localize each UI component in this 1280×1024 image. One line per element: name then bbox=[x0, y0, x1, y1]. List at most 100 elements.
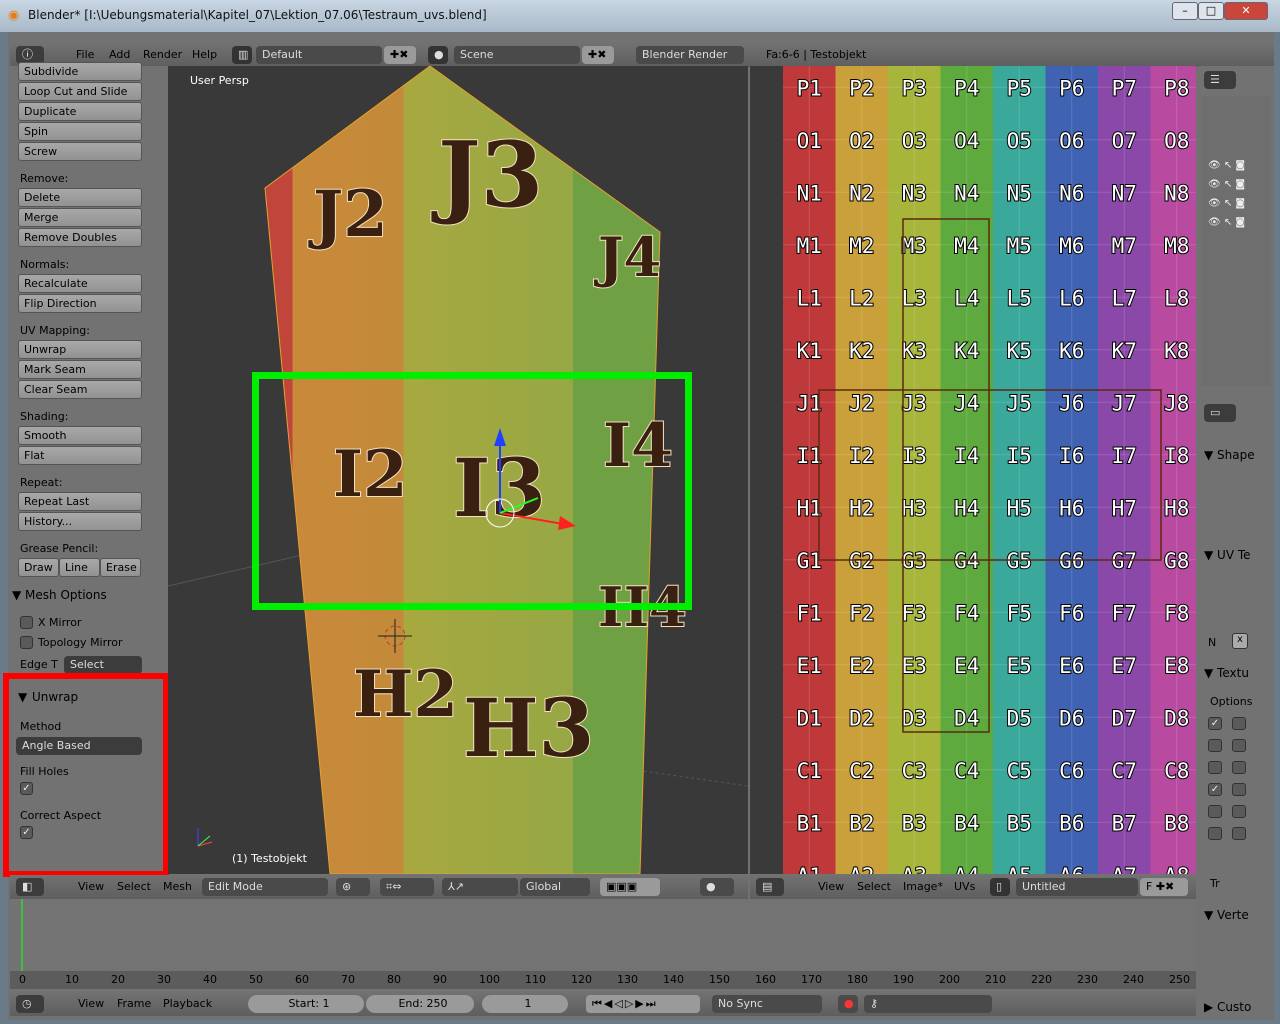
tool-button[interactable]: Repeat Last bbox=[18, 492, 142, 511]
menu-view[interactable]: View bbox=[78, 880, 104, 893]
custom-properties-title: Custo bbox=[1217, 1000, 1252, 1014]
image-fake-user-new-unlink[interactable]: F ✚✖ bbox=[1140, 878, 1188, 896]
tool-button[interactable]: Delete bbox=[18, 188, 142, 207]
tool-button[interactable]: History... bbox=[18, 512, 142, 531]
tool-button[interactable]: Mark Seam bbox=[18, 360, 142, 379]
tool-button[interactable]: Screw bbox=[18, 142, 142, 161]
menu-file[interactable]: File bbox=[76, 48, 94, 61]
menu-frame[interactable]: Frame bbox=[117, 997, 151, 1010]
current-frame-line[interactable] bbox=[21, 899, 23, 979]
tool-button[interactable]: Smooth bbox=[18, 426, 142, 445]
tool-button[interactable]: Duplicate bbox=[18, 102, 142, 121]
tool-button[interactable]: Clear Seam bbox=[18, 380, 142, 399]
menu-uv-select[interactable]: Select bbox=[857, 880, 891, 893]
menu-add[interactable]: Add bbox=[109, 48, 130, 61]
tool-button[interactable]: Merge bbox=[18, 208, 142, 227]
option-checkbox[interactable]: ✓ bbox=[1208, 783, 1222, 796]
tool-button[interactable]: Flat bbox=[18, 446, 142, 465]
option-checkbox[interactable] bbox=[1232, 739, 1246, 752]
texture-space-panel[interactable]: ▼ Textu bbox=[1204, 666, 1249, 680]
end-frame-field[interactable]: End: 250 bbox=[366, 995, 474, 1013]
render-engine-select[interactable]: Blender Render bbox=[636, 46, 744, 64]
tool-button[interactable]: Subdivide bbox=[18, 62, 142, 81]
editor-type-timeline-icon[interactable]: ◷ bbox=[16, 995, 44, 1013]
uv-cell-label: A8 bbox=[1164, 864, 1189, 874]
maximize-button[interactable]: □ bbox=[1198, 2, 1224, 20]
start-frame-field[interactable]: Start: 1 bbox=[248, 995, 364, 1013]
menu-mesh[interactable]: Mesh bbox=[163, 880, 192, 893]
option-checkbox[interactable] bbox=[1208, 805, 1222, 818]
layout-add-remove-buttons[interactable]: ✚✖ bbox=[384, 46, 416, 64]
tool-button[interactable]: Spin bbox=[18, 122, 142, 141]
custom-properties-panel[interactable]: ▶ Custo bbox=[1204, 1000, 1251, 1014]
scene-select[interactable]: Scene bbox=[454, 46, 580, 64]
uv-cell-label: A6 bbox=[1059, 864, 1084, 874]
option-checkbox[interactable] bbox=[1232, 805, 1246, 818]
minimize-button[interactable]: – bbox=[1172, 2, 1198, 20]
menu-help[interactable]: Help bbox=[192, 48, 217, 61]
close-button[interactable]: ✕ bbox=[1224, 2, 1268, 20]
shape-keys-panel[interactable]: ▼ Shape bbox=[1204, 448, 1255, 462]
option-checkbox[interactable] bbox=[1208, 827, 1222, 840]
keying-set-field[interactable]: ⚷ bbox=[864, 995, 992, 1013]
tool-button[interactable]: Loop Cut and Slide bbox=[18, 82, 142, 101]
editor-type-3d-icon[interactable]: ◧ bbox=[16, 878, 44, 896]
tool-button[interactable]: Remove Doubles bbox=[18, 228, 142, 247]
menu-uv-view[interactable]: View bbox=[818, 880, 844, 893]
editor-type-uv-icon[interactable]: ▤ bbox=[756, 878, 784, 896]
menu-select[interactable]: Select bbox=[117, 880, 151, 893]
select-mode-buttons[interactable]: ▣▣▣ bbox=[600, 878, 660, 896]
option-checkbox[interactable] bbox=[1232, 783, 1246, 796]
outliner-type-icon[interactable]: ☰ bbox=[1204, 71, 1236, 89]
outliner-visibility-icons[interactable]: 👁 ↖ ◙ 👁 ↖ ◙ 👁 ↖ ◙ 👁 ↖ ◙ bbox=[1208, 156, 1245, 232]
uv-image-editor[interactable]: P1 P2 P3 P4 P5 P6 P7 P8 O1 O2 O3 O4 O5 O6 O7 O8 N1 N2 N3 N4… bbox=[750, 66, 1196, 874]
layout-select[interactable]: Default bbox=[256, 46, 382, 64]
grease-line-button[interactable]: Line bbox=[59, 558, 100, 577]
menu-playback[interactable]: Playback bbox=[163, 997, 212, 1010]
grease-erase-button[interactable]: Erase bbox=[100, 558, 141, 577]
scene-add-remove-buttons[interactable]: ✚✖ bbox=[582, 46, 614, 64]
orientation-select[interactable]: Global bbox=[520, 878, 590, 896]
pivot-select[interactable]: ⊛ bbox=[336, 878, 370, 896]
menu-image[interactable]: Image* bbox=[903, 880, 943, 893]
scene-icon[interactable]: ● bbox=[428, 46, 448, 64]
properties-type-icon[interactable]: ▭ bbox=[1204, 404, 1236, 422]
tool-button[interactable]: Unwrap bbox=[18, 340, 142, 359]
option-checkbox[interactable] bbox=[1232, 717, 1246, 730]
option-checkbox[interactable] bbox=[1208, 761, 1222, 774]
menu-render[interactable]: Render bbox=[143, 48, 182, 61]
outliner[interactable]: 👁 ↖ ◙ 👁 ↖ ◙ 👁 ↖ ◙ 👁 ↖ ◙ bbox=[1202, 96, 1270, 386]
option-checkbox[interactable] bbox=[1232, 761, 1246, 774]
proportional-edit-select[interactable]: ● bbox=[700, 878, 734, 896]
tool-button[interactable]: Flip Direction bbox=[18, 294, 142, 313]
timeline-tick-label: 70 bbox=[341, 973, 355, 986]
topology-mirror-checkbox[interactable] bbox=[20, 636, 33, 649]
uv-cell-label: K6 bbox=[1059, 339, 1084, 363]
uv-textures-panel[interactable]: ▼ UV Te bbox=[1204, 548, 1251, 562]
manipulator-buttons[interactable]: ⅄↗ bbox=[442, 878, 518, 896]
tool-button[interactable]: Recalculate bbox=[18, 274, 142, 293]
remove-uv-button[interactable]: x bbox=[1232, 633, 1248, 649]
edge-t-select[interactable]: Select bbox=[64, 656, 142, 674]
image-name-field[interactable]: Untitled bbox=[1016, 878, 1138, 896]
current-frame-field[interactable]: 1 bbox=[482, 995, 568, 1013]
option-checkbox[interactable] bbox=[1232, 827, 1246, 840]
playback-controls[interactable]: ⏮◀◁▷▶⏭ bbox=[586, 995, 700, 1013]
vertex-groups-panel[interactable]: ▼ Verte bbox=[1204, 908, 1249, 922]
mode-select[interactable]: Edit Mode bbox=[202, 878, 328, 896]
uv-cell-label: L4 bbox=[954, 286, 979, 310]
grease-draw-button[interactable]: Draw bbox=[18, 558, 59, 577]
layout-icon[interactable]: ▥ bbox=[232, 46, 252, 64]
mesh-options-panel[interactable]: ▼ Mesh Options bbox=[12, 588, 107, 602]
menu-tl-view[interactable]: View bbox=[78, 997, 104, 1010]
fake-user-toggle[interactable]: F bbox=[1146, 880, 1152, 893]
option-checkbox[interactable] bbox=[1208, 739, 1222, 752]
timeline[interactable]: 0 10 20 30 40 50 60 70 80 90 100 110 120 130 140 150 160… bbox=[10, 899, 1196, 991]
record-button[interactable]: ● bbox=[838, 995, 858, 1013]
snap-buttons[interactable]: ⌗⇔ bbox=[380, 878, 434, 896]
sync-select[interactable]: No Sync bbox=[712, 995, 822, 1013]
x-mirror-checkbox[interactable] bbox=[20, 616, 33, 629]
option-checkbox[interactable]: ✓ bbox=[1208, 717, 1222, 730]
timeline-ruler[interactable]: 0 10 20 30 40 50 60 70 80 90 100 110 120 130 140 150 160… bbox=[10, 971, 1196, 989]
menu-uvs[interactable]: UVs bbox=[954, 880, 975, 893]
